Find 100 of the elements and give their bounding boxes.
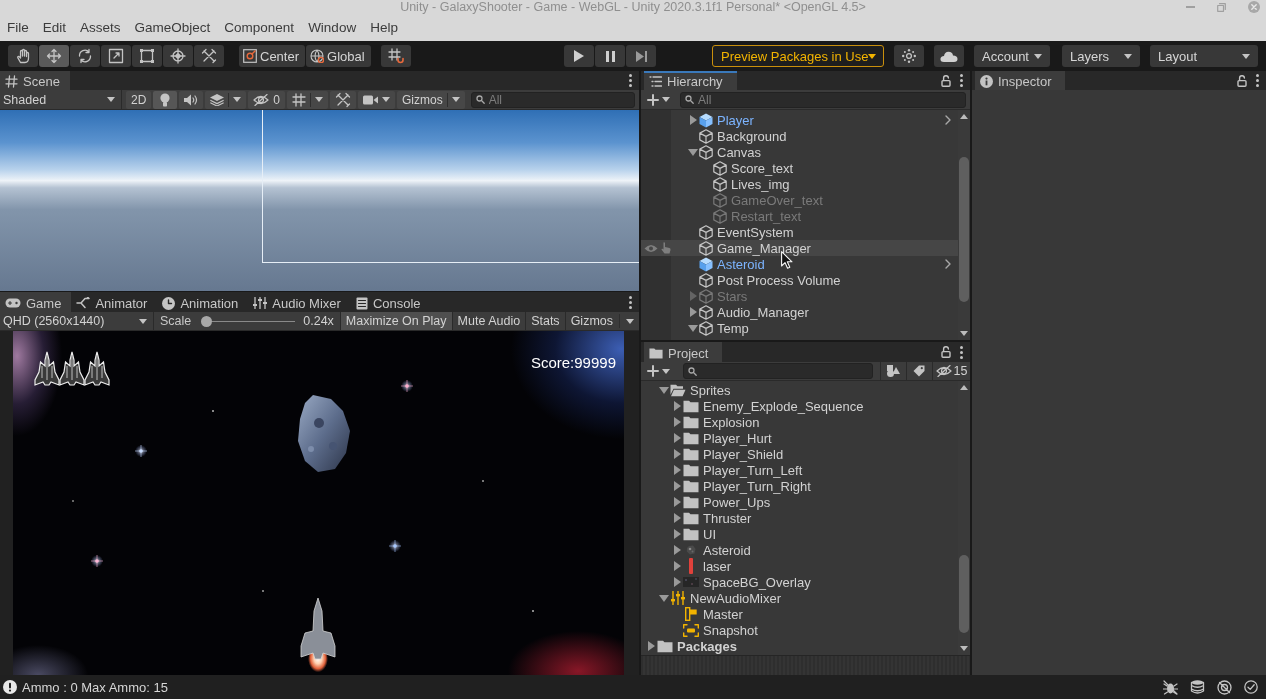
hierarchy-item[interactable]: Asteroid: [641, 256, 958, 272]
project-item[interactable]: Sprites: [641, 382, 958, 398]
caret-right-icon[interactable]: [673, 433, 681, 443]
search-field[interactable]: All: [470, 91, 635, 108]
project-item[interactable]: SpaceBG_Overlay: [641, 574, 958, 590]
project-item[interactable]: Power_Ups: [641, 494, 958, 510]
scrollbar-thumb[interactable]: [959, 157, 969, 302]
project-item[interactable]: Snapshot: [641, 622, 958, 638]
menu-item[interactable]: Component: [217, 20, 302, 35]
tool-button[interactable]: [39, 45, 69, 67]
hidden-packages-toggle[interactable]: 15: [932, 362, 970, 380]
tools-button[interactable]: [330, 90, 357, 109]
scrollbar-thumb[interactable]: [959, 555, 969, 633]
caret-right-icon[interactable]: [647, 641, 655, 651]
caret-right-icon[interactable]: [689, 115, 697, 125]
hierarchy-item[interactable]: Score_text: [641, 160, 958, 176]
project-item[interactable]: Packages: [641, 638, 958, 654]
search-field[interactable]: [683, 363, 873, 379]
project-item[interactable]: laser: [641, 558, 958, 574]
hierarchy-item[interactable]: Player: [641, 112, 958, 128]
project-item[interactable]: Player_Shield: [641, 446, 958, 462]
hierarchy-item[interactable]: EventSystem: [641, 224, 958, 240]
tool-button[interactable]: [70, 45, 100, 67]
chevron-right-icon[interactable]: [945, 259, 951, 269]
cloud-button[interactable]: [934, 45, 964, 67]
toolbar-dropdown[interactable]: Layout: [1150, 45, 1258, 67]
play-button[interactable]: [564, 45, 594, 67]
caret-down-icon[interactable]: [688, 324, 698, 332]
menu-item[interactable]: Help: [363, 20, 405, 35]
pivot-mode-button[interactable]: Center: [239, 45, 306, 67]
project-item[interactable]: NewAudioMixer: [641, 590, 958, 606]
toolbar-toggle[interactable]: Stats: [525, 312, 565, 330]
caret-right-icon[interactable]: [673, 561, 681, 571]
hierarchy-item[interactable]: Background: [641, 128, 958, 144]
padlock-icon[interactable]: [941, 346, 951, 358]
menu-item[interactable]: File: [0, 20, 36, 35]
panel-tab[interactable]: Game: [0, 292, 72, 312]
caret-up-icon[interactable]: [960, 385, 968, 390]
effects-dropdown[interactable]: [205, 90, 247, 109]
hidden-objects-toggle[interactable]: 0: [248, 90, 286, 109]
gizmos-dropdown[interactable]: Gizmos: [397, 90, 465, 109]
more-options-icon[interactable]: [960, 74, 963, 87]
caret-right-icon[interactable]: [673, 577, 681, 587]
caret-right-icon[interactable]: [673, 401, 681, 411]
pivot-space-button[interactable]: Global: [306, 45, 371, 67]
caret-right-icon[interactable]: [673, 545, 681, 555]
step-button[interactable]: [626, 45, 656, 67]
resolution-dropdown[interactable]: QHD (2560x1440): [0, 312, 154, 330]
caret-right-icon[interactable]: [673, 465, 681, 475]
panel-tab[interactable]: Animation: [157, 292, 249, 312]
database-icon[interactable]: [1190, 680, 1205, 694]
more-options-icon[interactable]: [629, 295, 632, 309]
project-item[interactable]: Enemy_Explode_Sequence: [641, 398, 958, 414]
camera-dropdown[interactable]: [358, 90, 396, 109]
panel-tab[interactable]: Animator: [71, 292, 158, 312]
preview-packages-dropdown[interactable]: Preview Packages in Use: [712, 45, 884, 67]
more-options-icon[interactable]: [960, 345, 963, 359]
panel-tab[interactable]: Scene: [0, 71, 70, 90]
project-item[interactable]: Thruster: [641, 510, 958, 526]
caret-right-icon[interactable]: [673, 417, 681, 427]
tool-button[interactable]: [194, 45, 224, 67]
toolbar-dropdown[interactable]: Account: [974, 45, 1050, 67]
draw-mode-dropdown[interactable]: Shaded: [0, 90, 122, 109]
caret-down-icon[interactable]: [960, 331, 968, 336]
caret-down-icon[interactable]: [659, 594, 669, 602]
hierarchy-item[interactable]: Post Process Volume: [641, 272, 958, 288]
caret-down-icon[interactable]: [688, 148, 698, 156]
toolbar-toggle[interactable]: Mute Audio: [451, 312, 526, 330]
caret-right-icon[interactable]: [673, 481, 681, 491]
hierarchy-item[interactable]: Audio_Manager: [641, 304, 958, 320]
project-item[interactable]: UI: [641, 526, 958, 542]
caret-up-icon[interactable]: [960, 114, 968, 119]
project-item[interactable]: Player_Hurt: [641, 430, 958, 446]
search-field[interactable]: All: [680, 91, 966, 108]
services-button[interactable]: [894, 45, 924, 67]
more-options-icon[interactable]: [1256, 74, 1259, 87]
caret-right-icon[interactable]: [673, 513, 681, 523]
panel-tab[interactable]: Console: [350, 292, 431, 312]
tool-button[interactable]: [132, 45, 162, 67]
caret-right-icon[interactable]: [673, 497, 681, 507]
panel-tab[interactable]: Audio Mixer: [248, 292, 351, 312]
pause-button[interactable]: [595, 45, 625, 67]
menu-item[interactable]: Window: [301, 20, 364, 35]
tool-button[interactable]: [8, 45, 38, 67]
tool-button[interactable]: [163, 45, 193, 67]
circle-slash-icon[interactable]: [1217, 679, 1232, 695]
menu-item[interactable]: GameObject: [127, 20, 218, 35]
panel-tab[interactable]: Project: [644, 342, 723, 362]
project-item[interactable]: Asteroid: [641, 542, 958, 558]
panel-tab[interactable]: Hierarchy: [644, 71, 737, 90]
hierarchy-item[interactable]: Lives_img: [641, 176, 958, 192]
menu-item[interactable]: Edit: [35, 20, 74, 35]
slider-thumb[interactable]: [201, 315, 213, 327]
tool-button[interactable]: [101, 45, 131, 67]
hierarchy-item[interactable]: Canvas: [641, 144, 958, 160]
padlock-icon[interactable]: [1237, 74, 1247, 87]
toolbar-toggle[interactable]: Maximize On Play: [339, 312, 452, 330]
caret-right-icon[interactable]: [673, 449, 681, 459]
project-item[interactable]: Explosion: [641, 414, 958, 430]
hierarchy-item[interactable]: Temp: [641, 320, 958, 336]
